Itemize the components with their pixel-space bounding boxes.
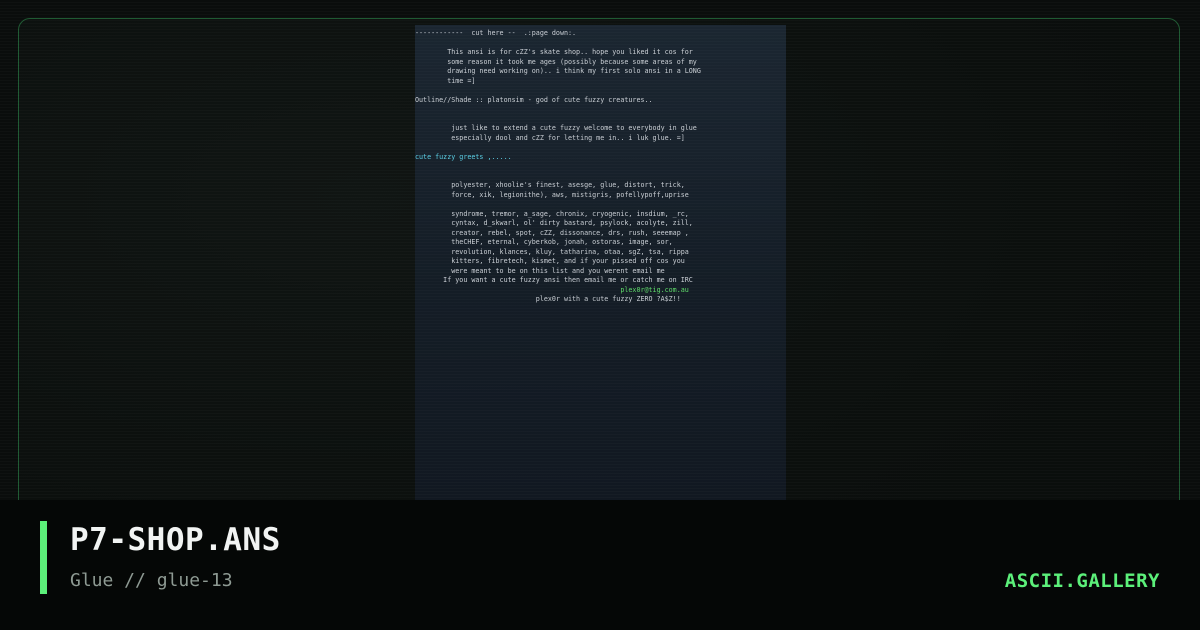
art-line: revolution, klances, kluy, tatharina, ot…: [415, 247, 689, 256]
art-line: just like to extend a cute fuzzy welcome…: [415, 124, 697, 132]
accent-bar: [40, 521, 47, 594]
footer-bar: [0, 500, 1200, 630]
art-line: [415, 200, 786, 210]
art-line: If you want a cute fuzzy ansi then email…: [415, 276, 693, 284]
art-line: drawing need working on).. i think my fi…: [415, 67, 701, 75]
art-line: cute fuzzy greets ,.....: [415, 152, 512, 161]
art-line: time =]: [415, 76, 476, 85]
art-line: syndrome, tremor, a_sage, chronix, cryog…: [415, 209, 689, 218]
art-line: ------------ cut here -- .:page down:.: [415, 29, 577, 37]
art-line: [415, 115, 786, 125]
art-line: [415, 105, 786, 115]
file-title: P7-SHOP.ANS: [70, 522, 281, 558]
art-line: some reason it took me ages (possibly be…: [415, 57, 697, 66]
ansi-art-text: ------------ cut here -- .:page down:. T…: [415, 25, 786, 305]
ansi-art-preview: ------------ cut here -- .:page down:. T…: [415, 25, 786, 501]
art-line: were meant to be on this list and you we…: [415, 266, 665, 275]
art-line: creator, rebel, spot, cZZ, dissonance, d…: [415, 228, 689, 237]
art-line: Outline//Shade :: platonsim - god of cut…: [415, 95, 653, 104]
art-line: plex0r@tig.com.au: [415, 285, 689, 294]
art-line: This ansi is for cZZ's skate shop.. hope…: [415, 48, 693, 56]
art-line: cyntax, d_skwarl, ol' dirty bastard, psy…: [415, 219, 693, 227]
art-line: plex0r with a cute fuzzy ZERO ?A$Z!!: [415, 295, 681, 303]
group-subtitle: Glue // glue-13: [70, 570, 233, 591]
site-brand[interactable]: ASCII.GALLERY: [1005, 570, 1160, 592]
art-line: force, xik, legionithe), aws, mistigris,…: [415, 190, 689, 199]
art-line: [415, 143, 786, 153]
art-line: [415, 39, 786, 49]
art-line: [415, 162, 786, 172]
art-line: [415, 172, 786, 182]
art-line: theCHEF, eternal, cyberkob, jonah, ostor…: [415, 238, 673, 246]
art-line: [415, 86, 786, 96]
art-line: especially dool and cZZ for letting me i…: [415, 133, 685, 142]
art-line: kitters, fibretech, kismet, and if your …: [415, 257, 685, 265]
art-line: polyester, xhoolie's finest, asesge, glu…: [415, 181, 685, 189]
